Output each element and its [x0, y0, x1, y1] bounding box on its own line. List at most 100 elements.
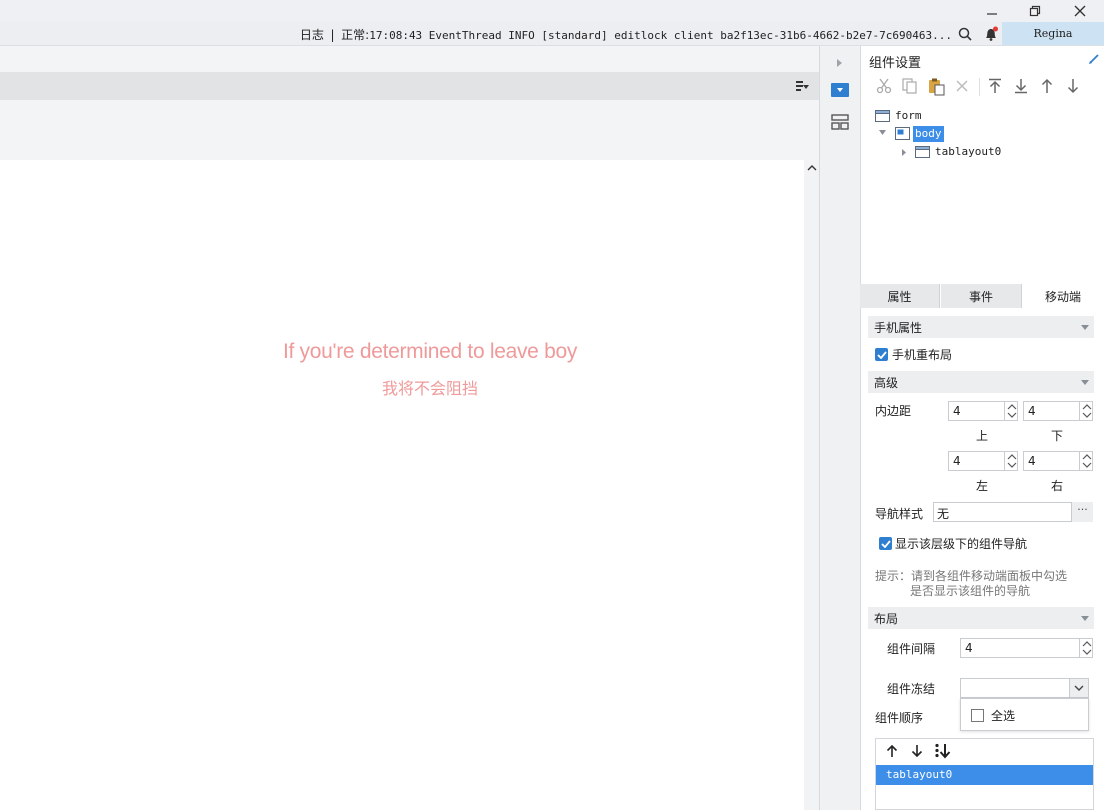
design-canvas[interactable]	[0, 160, 804, 810]
padding-top-stepper[interactable]: 4	[948, 401, 1018, 421]
show-nav-label: 显示该层级下的组件导航	[895, 537, 1028, 551]
section-layout-label: 布局	[874, 612, 899, 626]
vertical-scrollbar[interactable]	[804, 160, 820, 810]
padding-left-value: 4	[953, 454, 961, 468]
padding-top-value: 4	[953, 404, 961, 418]
padding-bottom-label: 下	[1051, 429, 1064, 443]
section-mobile-props-label: 手机属性	[874, 321, 923, 335]
status-bar: 日志 | 正常:17:08:43 EventThread INFO [stand…	[0, 22, 1104, 46]
tab-properties[interactable]: 属性	[860, 284, 940, 308]
copy-icon[interactable]	[902, 78, 918, 94]
stepper-arrows-icon[interactable]	[1079, 401, 1093, 421]
log-text[interactable]: 17:08:43 EventThread INFO [standard] edi…	[369, 29, 952, 42]
section-mobile-props[interactable]: 手机属性	[868, 316, 1094, 338]
close-icon[interactable]	[1062, 0, 1098, 22]
stepper-arrows-icon[interactable]	[1004, 451, 1018, 471]
chevron-down-icon[interactable]	[1081, 325, 1089, 330]
editor-ruler-area	[0, 100, 820, 160]
gap-value: 4	[965, 641, 973, 655]
log-label[interactable]: 日志	[300, 28, 324, 42]
order-move-down-icon[interactable]	[911, 744, 923, 758]
tree-node-form[interactable]: form	[895, 109, 922, 122]
tree-node-tablayout0[interactable]: tablayout0	[935, 145, 1001, 158]
padding-top-label: 上	[976, 429, 989, 443]
padding-right-value: 4	[1028, 454, 1036, 468]
padding-left-stepper[interactable]: 4	[948, 451, 1018, 471]
move-down-icon[interactable]	[1066, 78, 1080, 94]
search-icon[interactable]	[958, 27, 972, 41]
hint-line-2: 是否显示该组件的导航	[910, 584, 1031, 598]
edit-pen-icon[interactable]	[1088, 53, 1100, 65]
nav-style-field[interactable]: 无 ···	[933, 502, 1093, 522]
minimize-icon[interactable]	[974, 0, 1010, 22]
padding-label: 内边距	[875, 404, 912, 418]
side-toolstrip	[820, 46, 860, 810]
tree-node-body[interactable]: body	[913, 126, 944, 142]
move-up-icon[interactable]	[1040, 78, 1054, 94]
chevron-down-icon[interactable]	[1081, 616, 1089, 621]
body-icon	[895, 127, 910, 140]
gap-stepper[interactable]: 4	[960, 638, 1093, 658]
stepper-arrows-icon[interactable]	[1079, 638, 1093, 658]
chevron-down-icon[interactable]	[1081, 380, 1089, 385]
freeze-select[interactable]	[960, 678, 1089, 698]
delete-icon[interactable]	[956, 80, 968, 92]
select-all-checkbox[interactable]	[971, 709, 984, 722]
section-advanced-label: 高级	[874, 376, 899, 390]
layout-icon[interactable]	[831, 114, 849, 130]
tab-mobile[interactable]: 移动端	[1022, 284, 1104, 308]
move-to-bottom-icon[interactable]	[1014, 78, 1028, 94]
bell-icon[interactable]	[983, 26, 999, 42]
canvas-text-line-2: 我将不会阻挡	[381, 379, 478, 398]
freeze-label: 组件冻结	[887, 682, 936, 696]
move-to-top-icon[interactable]	[988, 78, 1002, 94]
order-list-item[interactable]: tablayout0	[876, 765, 1093, 785]
section-advanced[interactable]: 高级	[868, 371, 1094, 393]
chevron-down-icon[interactable]	[1069, 678, 1089, 698]
select-all-label[interactable]: 全选	[991, 707, 1015, 724]
mobile-relayout-label: 手机重布局	[892, 348, 953, 362]
tree-collapse-icon[interactable]	[878, 129, 887, 137]
show-nav-checkbox[interactable]	[879, 537, 892, 550]
log-separator: |	[330, 28, 335, 42]
component-settings-icon[interactable]	[831, 83, 849, 97]
tab-events[interactable]: 事件	[941, 284, 1022, 308]
order-label: 组件顺序	[875, 711, 924, 725]
order-move-up-icon[interactable]	[886, 744, 898, 758]
padding-left-label: 左	[976, 479, 989, 493]
gap-label: 组件间隔	[887, 642, 936, 656]
padding-right-label: 右	[1051, 479, 1064, 493]
stepper-arrows-icon[interactable]	[1079, 451, 1093, 471]
cut-icon[interactable]	[876, 78, 892, 94]
restore-icon[interactable]	[1017, 0, 1053, 22]
format-menu-icon[interactable]	[796, 80, 810, 92]
tree-expand-icon[interactable]	[901, 148, 907, 157]
nav-style-value: 无	[937, 507, 950, 521]
status-prefix: 正常:	[341, 28, 370, 42]
stepper-arrows-icon[interactable]	[1004, 401, 1018, 421]
padding-right-stepper[interactable]: 4	[1023, 451, 1093, 471]
order-sort-icon[interactable]	[934, 743, 952, 759]
log-line: 日志 | 正常:17:08:43 EventThread INFO [stand…	[300, 26, 952, 43]
canvas-text-line-1: If you're determined to leave boy	[282, 340, 578, 363]
padding-bottom-value: 4	[1028, 404, 1036, 418]
panel-title: 组件设置	[869, 56, 922, 71]
panel-divider[interactable]	[819, 46, 820, 810]
freeze-dropdown: 全选	[960, 698, 1089, 731]
title-bar	[0, 0, 1104, 22]
user-name[interactable]: Regina	[1002, 22, 1104, 45]
paste-icon[interactable]	[928, 78, 946, 96]
nav-style-label: 导航样式	[875, 507, 924, 521]
tablayout-icon	[915, 146, 930, 158]
toolbar-divider	[979, 78, 980, 96]
form-icon	[875, 110, 890, 122]
more-options-button[interactable]: ···	[1071, 502, 1093, 522]
scroll-up-icon[interactable]	[807, 164, 817, 172]
order-list: tablayout0	[875, 738, 1094, 810]
padding-bottom-stepper[interactable]: 4	[1023, 401, 1093, 421]
editor-toolbar	[0, 72, 820, 100]
editor-header	[0, 46, 820, 72]
mobile-relayout-checkbox[interactable]	[875, 348, 888, 361]
section-layout[interactable]: 布局	[868, 607, 1094, 629]
expand-arrow-icon[interactable]	[836, 58, 844, 68]
